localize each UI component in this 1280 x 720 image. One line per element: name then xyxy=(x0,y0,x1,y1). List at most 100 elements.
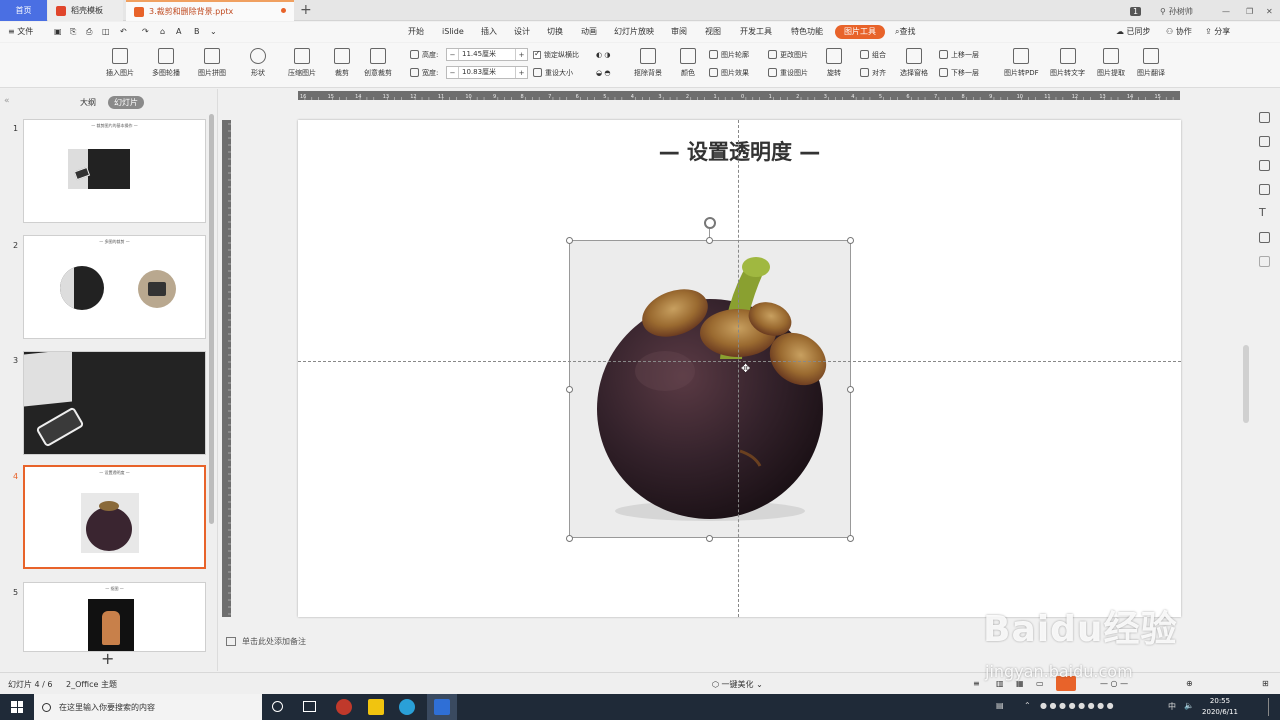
collab-button[interactable]: ⚇ 协作 xyxy=(1166,25,1192,39)
menu-features[interactable]: 特色功能 xyxy=(791,25,823,39)
slide-thumbnail-5[interactable]: — 抠图 — xyxy=(23,582,206,652)
tab-templates[interactable]: 稻壳模板 xyxy=(48,0,123,21)
input-method-icon[interactable]: 中 xyxy=(1168,701,1176,712)
picture-effect-button[interactable]: 图片效果 xyxy=(709,66,749,79)
font-size-icon[interactable]: A xyxy=(176,25,181,39)
height-increase-icon[interactable]: + xyxy=(516,51,527,59)
cube-icon[interactable] xyxy=(1259,256,1270,267)
send-backward-button[interactable]: 下移一层 xyxy=(939,66,979,79)
new-tab-icon[interactable]: + xyxy=(300,2,312,18)
notes-toggle-icon[interactable]: ≡ xyxy=(973,679,980,688)
redo-icon[interactable]: ↷ xyxy=(142,25,149,39)
crop-button[interactable]: 裁剪 xyxy=(334,45,350,78)
properties-icon[interactable] xyxy=(1259,112,1270,123)
resize-handle-s[interactable] xyxy=(706,535,713,542)
tab-home[interactable]: 首页 xyxy=(0,0,47,21)
lock-ratio-checkbox[interactable]: 锁定纵横比 xyxy=(533,48,579,61)
selection-pane-button[interactable]: 选择窗格 xyxy=(900,45,928,78)
close-icon[interactable]: ✕ xyxy=(1266,3,1273,19)
extract-button[interactable]: 图片提取 xyxy=(1097,45,1125,78)
show-desktop-button[interactable] xyxy=(1268,698,1272,716)
page-badge[interactable]: 1 xyxy=(1130,3,1142,19)
transparency-icon[interactable]: ◐ ◑ xyxy=(596,48,610,61)
browser-icon[interactable] xyxy=(399,699,415,715)
preview-icon[interactable]: ◫ xyxy=(102,25,110,39)
tab-slides[interactable]: 幻灯片 xyxy=(108,96,144,109)
recorder-app-icon[interactable] xyxy=(336,699,352,715)
menu-review[interactable]: 审阅 xyxy=(671,25,687,39)
resize-handle-n[interactable] xyxy=(706,237,713,244)
export-icon[interactable]: ⎘ xyxy=(70,25,76,39)
width-input[interactable]: 10.83厘米 xyxy=(458,67,516,78)
to-text-button[interactable]: 图片转文字 xyxy=(1050,45,1085,78)
width-decrease-icon[interactable]: − xyxy=(447,69,458,77)
shape-style-icon[interactable] xyxy=(1259,160,1270,171)
tray-expand-icon[interactable]: ⌃ xyxy=(1024,701,1031,710)
remove-bg-button[interactable]: 抠除背景 xyxy=(634,45,662,78)
file-menu[interactable]: ≡ 文件 xyxy=(8,25,33,39)
height-input[interactable]: 11.45厘米 xyxy=(458,49,516,60)
menu-view[interactable]: 视图 xyxy=(705,25,721,39)
change-picture-button[interactable]: 更改图片 xyxy=(768,48,808,61)
animation-icon[interactable] xyxy=(1259,136,1270,147)
height-decrease-icon[interactable]: − xyxy=(447,51,458,59)
notification-center-icon[interactable]: ▤ xyxy=(996,701,1004,710)
add-slide-icon[interactable]: + xyxy=(101,649,114,668)
unsaved-dot-icon[interactable] xyxy=(281,8,286,13)
shape-button[interactable]: 形状 xyxy=(250,45,266,78)
sync-status[interactable]: ☁ 已同步 xyxy=(1116,25,1151,39)
save-icon[interactable]: ▣ xyxy=(54,25,62,39)
beautify-button[interactable]: ⬡ 一键美化 ⌄ xyxy=(712,679,763,690)
slide-thumbnail-1[interactable]: — 裁剪图片的基本操作 — xyxy=(23,119,206,223)
translate-button[interactable]: 图片翻译 xyxy=(1137,45,1165,78)
to-pdf-button[interactable]: 图片转PDF xyxy=(1004,45,1039,78)
panel-scrollbar[interactable] xyxy=(209,114,214,524)
reset-picture-button[interactable]: 重设图片 xyxy=(768,66,808,79)
slide-title[interactable]: — 设置透明度 — xyxy=(298,136,1181,166)
collapse-panel-icon[interactable]: « xyxy=(4,96,10,106)
resize-handle-nw[interactable] xyxy=(566,237,573,244)
taskbar-search-input[interactable]: 在这里输入你要搜索的内容 xyxy=(34,694,262,720)
menu-transition[interactable]: 切换 xyxy=(547,25,563,39)
width-stepper[interactable]: −10.83厘米 + xyxy=(446,66,528,79)
picture-collage-button[interactable]: 图片拼图 xyxy=(198,45,226,78)
align-button[interactable]: 对齐 xyxy=(860,66,886,79)
brightness-icon[interactable]: ◒ ◓ xyxy=(596,66,610,79)
menu-animation[interactable]: 动画 xyxy=(581,25,597,39)
canvas-scrollbar[interactable] xyxy=(1243,345,1249,423)
task-view-icon[interactable] xyxy=(303,701,316,712)
bring-forward-button[interactable]: 上移一层 xyxy=(939,48,979,61)
tray-app-icons[interactable]: ● ● ● ● ● ● ● ● xyxy=(1040,701,1114,710)
menu-picture-tools[interactable]: 图片工具 xyxy=(835,25,885,39)
file-explorer-icon[interactable] xyxy=(368,699,384,715)
user-account[interactable]: ⚲ 孙树帅 xyxy=(1160,3,1193,19)
tab-document[interactable]: 3.裁剪和删除背景.pptx xyxy=(126,0,294,21)
share-button[interactable]: ⇪ 分享 xyxy=(1205,25,1230,39)
tab-outline[interactable]: 大纲 xyxy=(80,97,96,108)
menu-islide[interactable]: iSlide xyxy=(442,25,464,39)
format-painter-icon[interactable]: ⌂ xyxy=(160,25,165,39)
more-icon[interactable]: ⌄ xyxy=(210,25,217,39)
print-icon[interactable]: ⎙ xyxy=(86,25,92,39)
picture-outline-button[interactable]: 图片轮廓 xyxy=(709,48,749,61)
height-stepper[interactable]: −11.45厘米 + xyxy=(446,48,528,61)
mangosteen-picture[interactable] xyxy=(569,240,851,538)
search-menu[interactable]: ⌕查找 xyxy=(895,25,915,39)
picture-style-icon[interactable] xyxy=(1259,184,1270,195)
fit-window-icon[interactable]: ⊕ xyxy=(1186,679,1193,688)
compress-button[interactable]: 压缩图片 xyxy=(288,45,316,78)
cortana-icon[interactable] xyxy=(272,701,283,712)
resize-handle-se[interactable] xyxy=(847,535,854,542)
theme-name[interactable]: 2_Office 主题 xyxy=(66,679,117,690)
slide-thumbnail-4[interactable]: — 设置透明度 — xyxy=(23,465,206,569)
text-style-icon[interactable]: T xyxy=(1259,206,1266,219)
rotate-button[interactable]: 旋转 xyxy=(826,45,842,78)
multi-crop-button[interactable]: 多图轮播 xyxy=(152,45,180,78)
volume-icon[interactable]: 🔈 xyxy=(1184,701,1194,710)
slide-thumbnail-3[interactable] xyxy=(23,351,206,455)
grid-icon[interactable]: ⊞ xyxy=(1262,679,1269,688)
undo-icon[interactable]: ↶ xyxy=(120,25,127,39)
wps-app-icon[interactable] xyxy=(434,699,450,715)
resize-handle-e[interactable] xyxy=(847,386,854,393)
color-button[interactable]: 颜色 xyxy=(680,45,696,78)
